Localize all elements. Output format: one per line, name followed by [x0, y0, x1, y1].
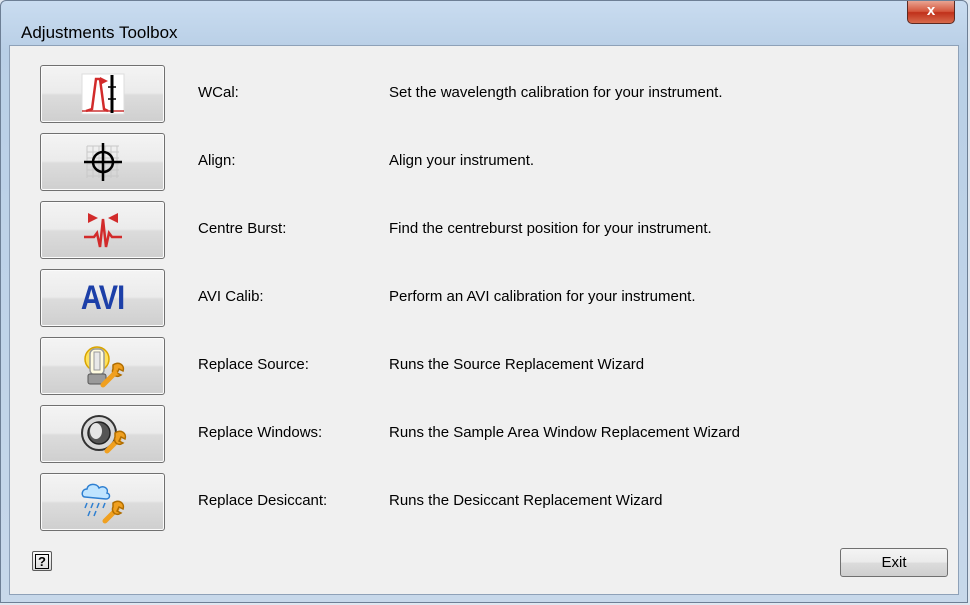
tool-label: Replace Windows: — [198, 424, 323, 441]
tool-row-replace-windows: Replace Windows: Runs the Sample Area Wi… — [10, 405, 958, 465]
window-wrench-icon — [80, 415, 126, 454]
tool-label: Replace Source: — [198, 356, 309, 373]
help-button[interactable]: ? — [32, 551, 52, 571]
tool-row-replace-source: Replace Source: Runs the Source Replacem… — [10, 337, 958, 397]
tool-description: Perform an AVI calibration for your inst… — [389, 288, 696, 305]
close-icon: x — [926, 2, 936, 19]
wavelength-calibration-icon — [81, 73, 124, 115]
tool-description: Find the centreburst position for your i… — [389, 220, 712, 237]
avi-icon: AVI — [80, 278, 125, 317]
tool-label: AVI Calib: — [198, 288, 264, 305]
tool-label: WCal: — [198, 84, 239, 101]
window-title: Adjustments Toolbox — [21, 23, 178, 42]
tool-description: Align your instrument. — [389, 152, 535, 169]
tool-label: Centre Burst: — [198, 220, 287, 237]
avi-calib-button[interactable]: AVI — [40, 269, 165, 327]
tool-description: Runs the Desiccant Replacement Wizard — [389, 492, 663, 509]
tool-row-replace-desiccant: Replace Desiccant: Runs the Desiccant Re… — [10, 473, 958, 533]
align-button[interactable] — [40, 133, 165, 191]
replace-source-button[interactable] — [40, 337, 165, 395]
crosshair-align-icon — [83, 143, 122, 181]
tool-label: Align: — [198, 152, 236, 169]
tool-description: Runs the Source Replacement Wizard — [389, 356, 645, 373]
tool-row-avi-calib: AVI AVI Calib: Perform an AVI calibratio… — [10, 269, 958, 329]
tool-row-align: Align: Align your instrument. — [10, 133, 958, 193]
centreburst-icon — [83, 213, 122, 248]
centre-burst-button[interactable] — [40, 201, 165, 259]
title-bar: Adjustments Toolbox x — [1, 1, 967, 45]
close-button[interactable]: x — [907, 1, 955, 24]
lamp-wrench-icon — [83, 346, 124, 388]
desiccant-wrench-icon — [81, 483, 124, 524]
tool-label: Replace Desiccant: — [198, 492, 328, 509]
toolbox-panel: WCal: Set the wavelength calibration for… — [9, 45, 959, 595]
adjustments-toolbox-window: Adjustments Toolbox x WCal: Set the wave… — [0, 0, 968, 603]
help-icon: ? — [35, 553, 49, 569]
replace-desiccant-button[interactable] — [40, 473, 165, 531]
wcal-button[interactable] — [40, 65, 165, 123]
tool-description: Set the wavelength calibration for your … — [389, 84, 723, 101]
replace-windows-button[interactable] — [40, 405, 165, 463]
tool-row-wcal: WCal: Set the wavelength calibration for… — [10, 65, 958, 125]
exit-button[interactable]: Exit — [840, 548, 948, 577]
tool-description: Runs the Sample Area Window Replacement … — [389, 424, 740, 441]
tool-row-centre-burst: Centre Burst: Find the centreburst posit… — [10, 201, 958, 261]
